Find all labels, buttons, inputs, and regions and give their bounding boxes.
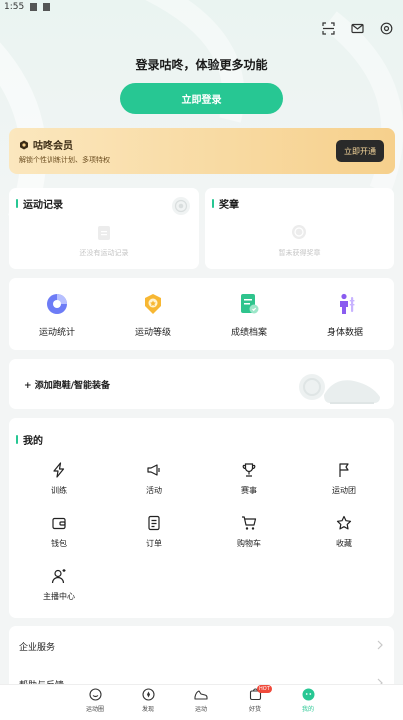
medals-card[interactable]: 奖章 暂未获得奖章 bbox=[205, 188, 394, 269]
tab-label: 运动圈 bbox=[85, 706, 104, 713]
stats-pie-icon bbox=[47, 294, 67, 314]
title-accent-bar bbox=[212, 199, 214, 208]
tab-label: 发现 bbox=[141, 706, 154, 713]
trophy-icon bbox=[242, 463, 256, 477]
title-accent-bar bbox=[16, 435, 18, 444]
megaphone-icon bbox=[147, 464, 160, 476]
me-icon bbox=[302, 688, 314, 701]
top-actions bbox=[322, 22, 393, 35]
tab-label: 运动 bbox=[194, 706, 207, 713]
lightning-icon bbox=[53, 462, 65, 478]
mail-icon[interactable] bbox=[351, 22, 364, 35]
level-badge-icon bbox=[145, 294, 161, 314]
status-bar: 1:55 bbox=[0, 0, 403, 14]
vip-banner[interactable]: 咕咚会员 解锁个性训练计划、多项特权 立即开通 bbox=[9, 128, 395, 174]
tab-sport[interactable]: 运动 bbox=[181, 688, 221, 713]
feature-label: 运动等级 bbox=[134, 328, 171, 338]
feature-label: 运动统计 bbox=[38, 328, 75, 338]
add-device-row: + 添加跑鞋/智能装备 bbox=[24, 378, 110, 391]
mine-item-label: 钱包 bbox=[51, 539, 67, 548]
tab-shop[interactable]: HOT 好货 bbox=[235, 685, 275, 713]
chat-bubble-icon bbox=[88, 688, 102, 701]
mine-card: 我的 训练 活动 赛事 运动团 钱包 订单 购物车 收藏 主播中心 bbox=[9, 418, 394, 618]
records-empty-text: 还没有运动记录 bbox=[79, 249, 129, 257]
vip-title-row: 咕咚会员 bbox=[19, 137, 73, 152]
list-row-enterprise[interactable]: 企业服务 bbox=[9, 628, 394, 666]
feature-body-data[interactable]: 身体数据 bbox=[297, 278, 393, 348]
records-title: 运动记录 bbox=[23, 200, 63, 211]
records-title-row: 运动记录 bbox=[16, 196, 63, 211]
feature-record-file[interactable]: 成绩档案 bbox=[201, 278, 297, 348]
mine-item-label: 运动团 bbox=[332, 486, 356, 495]
chevron-right-icon bbox=[377, 640, 383, 650]
tab-label: 我的 bbox=[301, 706, 314, 713]
cart-icon bbox=[242, 516, 257, 530]
flag-icon bbox=[339, 463, 349, 477]
shoe-watch-illustration bbox=[299, 374, 380, 404]
mine-item-training[interactable]: 训练 bbox=[14, 462, 104, 496]
mine-item-label: 训练 bbox=[51, 486, 67, 495]
mine-item-activity[interactable]: 活动 bbox=[109, 462, 199, 496]
mine-item-label: 购物车 bbox=[237, 539, 261, 548]
medals-empty-text: 暂未获得奖章 bbox=[278, 249, 321, 257]
hot-badge: HOT bbox=[257, 685, 272, 693]
sim-icon bbox=[30, 3, 38, 11]
vip-subtitle: 解锁个性训练计划、多项特权 bbox=[19, 156, 110, 164]
mine-item-cart[interactable]: 购物车 bbox=[204, 515, 294, 549]
mine-item-orders[interactable]: 订单 bbox=[109, 515, 199, 549]
empty-document-icon bbox=[98, 226, 110, 240]
notification-icon bbox=[43, 3, 51, 11]
star-icon bbox=[336, 515, 352, 530]
medals-title-row: 奖章 bbox=[212, 196, 239, 211]
shoe-icon bbox=[194, 690, 208, 700]
mine-title: 我的 bbox=[23, 436, 43, 447]
mine-item-favorites[interactable]: 收藏 bbox=[299, 515, 389, 549]
order-icon bbox=[148, 515, 160, 531]
target-icon bbox=[172, 197, 190, 215]
mine-title-row: 我的 bbox=[16, 432, 43, 447]
feature-sport-level[interactable]: 运动等级 bbox=[105, 278, 201, 348]
wallet-icon bbox=[52, 517, 66, 530]
compass-icon bbox=[141, 688, 155, 701]
body-data-icon bbox=[340, 293, 355, 314]
status-time: 1:55 bbox=[4, 2, 25, 12]
tab-me[interactable]: 我的 bbox=[288, 688, 328, 713]
login-prompt: 登录咕咚，体验更多功能 bbox=[135, 58, 268, 72]
feature-sport-stats[interactable]: 运动统计 bbox=[9, 278, 105, 348]
mine-item-label: 赛事 bbox=[241, 486, 257, 495]
settings-icon[interactable] bbox=[380, 22, 393, 35]
features-card: 运动统计 运动等级 成绩档案 身体数据 bbox=[9, 278, 394, 350]
mine-item-label: 活动 bbox=[146, 486, 162, 495]
bottom-tab-bar: 运动圈 发现 运动 HOT 好货 我的 bbox=[0, 684, 403, 720]
tab-sport-circle[interactable]: 运动圈 bbox=[75, 688, 115, 713]
feature-label: 成绩档案 bbox=[230, 328, 267, 338]
record-file-icon bbox=[241, 294, 259, 314]
add-device-card[interactable]: + 添加跑鞋/智能装备 bbox=[9, 359, 394, 409]
medals-title: 奖章 bbox=[219, 200, 239, 211]
tab-discover[interactable]: 发现 bbox=[128, 688, 168, 713]
mine-item-team[interactable]: 运动团 bbox=[299, 462, 389, 496]
add-device-label: 添加跑鞋/智能装备 bbox=[34, 381, 110, 391]
scan-icon[interactable] bbox=[322, 22, 335, 35]
mine-item-label: 订单 bbox=[146, 539, 162, 548]
anchor-user-icon bbox=[51, 569, 66, 584]
mine-item-label: 主播中心 bbox=[43, 592, 75, 601]
list-row-label: 企业服务 bbox=[19, 643, 56, 653]
mine-item-anchor-center[interactable]: 主播中心 bbox=[14, 568, 104, 602]
mine-item-label: 收藏 bbox=[336, 539, 352, 548]
mine-item-wallet[interactable]: 钱包 bbox=[14, 515, 104, 549]
tab-label: 好货 bbox=[248, 706, 261, 713]
plus-icon: + bbox=[24, 381, 35, 391]
mine-item-events[interactable]: 赛事 bbox=[204, 462, 294, 496]
records-card[interactable]: 运动记录 还没有运动记录 bbox=[9, 188, 199, 269]
feature-label: 身体数据 bbox=[326, 328, 363, 338]
empty-medal-icon bbox=[292, 225, 306, 239]
login-button[interactable]: 立即登录 bbox=[120, 83, 283, 114]
title-accent-bar bbox=[16, 199, 18, 208]
vip-title: 咕咚会员 bbox=[33, 141, 73, 152]
vip-open-button[interactable]: 立即开通 bbox=[336, 140, 384, 162]
vip-hexagon-icon bbox=[20, 140, 28, 149]
